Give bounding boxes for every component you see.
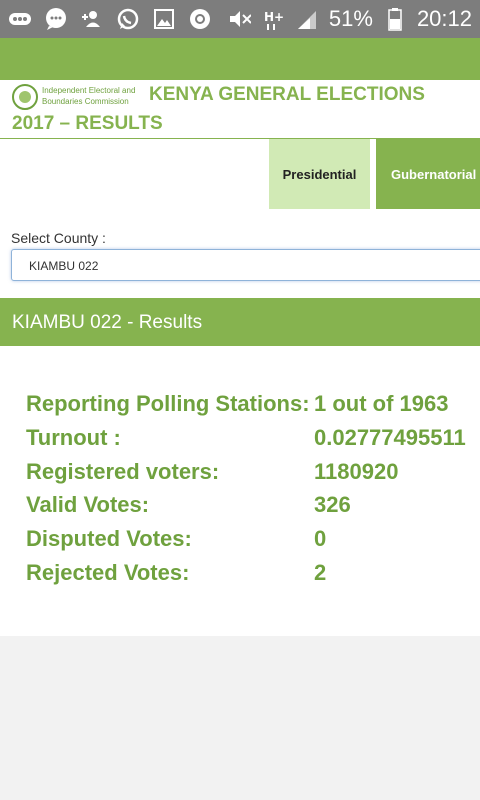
stat-row-disputed-votes: Disputed Votes: 0	[26, 526, 480, 558]
stat-label: Turnout :	[26, 425, 121, 450]
top-green-bar	[0, 38, 480, 80]
results-title: KIAMBU 022 - Results	[12, 312, 203, 333]
tab-gubernatorial[interactable]: Gubernatorial	[376, 139, 480, 209]
stat-row-valid-votes: Valid Votes: 326	[26, 492, 480, 524]
tabs-area: Presidential Gubernatorial	[0, 139, 480, 209]
tab-presidential[interactable]: Presidential	[269, 139, 373, 209]
stat-label: Rejected Votes:	[26, 560, 190, 585]
system-tray: H+ 51% 20:12	[227, 6, 472, 32]
clock: 20:12	[416, 6, 472, 31]
stat-row-rejected-votes: Rejected Votes: 2	[26, 560, 480, 592]
page-title-line1: KENYA GENERAL ELECTIONS	[149, 84, 425, 105]
site-header: Independent Electoral and Boundaries Com…	[0, 80, 480, 139]
stat-value: 0.02777495511	[314, 425, 466, 450]
county-select-value: KIAMBU 022	[29, 259, 99, 273]
page-title-line2: 2017 – RESULTS	[12, 113, 163, 134]
stat-row-registered-voters: Registered voters: 1180920	[26, 459, 480, 491]
whatsapp-icon	[116, 7, 140, 31]
message-icon	[44, 7, 68, 31]
hplus-signal-icon: H+	[261, 7, 285, 31]
battery-percent: 51%	[328, 6, 373, 31]
iebc-logo[interactable]: Independent Electoral and Boundaries Com…	[12, 84, 140, 112]
svg-text:H+: H+	[264, 10, 284, 24]
chrome-icon	[188, 7, 212, 31]
battery-icon	[383, 7, 407, 31]
logo-text: Independent Electoral and Boundaries Com…	[42, 86, 136, 106]
select-county-label: Select County :	[11, 230, 106, 246]
county-select-area: Select County : KIAMBU 022	[0, 209, 480, 298]
stat-value: 1180920	[314, 459, 399, 484]
stat-value: 1 out of 1963	[314, 391, 449, 416]
stat-row-turnout: Turnout : 0.02777495511	[26, 425, 480, 457]
iebc-seal-icon	[12, 84, 38, 110]
status-bar: H+ 51% 20:12	[0, 0, 480, 38]
mute-icon	[227, 7, 251, 31]
results-panel: Reporting Polling Stations: 1 out of 196…	[0, 346, 480, 636]
stat-row-reporting-stations: Reporting Polling Stations: 1 out of 196…	[26, 391, 480, 423]
stat-value: 2	[314, 560, 327, 585]
stat-label: Reporting Polling Stations:	[26, 391, 310, 416]
signal-icon	[295, 7, 319, 31]
person-add-icon	[80, 7, 104, 31]
gallery-icon	[152, 7, 176, 31]
notification-icons	[8, 7, 212, 31]
stat-value: 326	[314, 492, 351, 517]
stat-label: Registered voters:	[26, 459, 220, 484]
more-icon	[8, 7, 32, 31]
results-header: KIAMBU 022 - Results	[0, 298, 480, 346]
stat-label: Disputed Votes:	[26, 526, 192, 551]
stat-value: 0	[314, 526, 327, 551]
county-select[interactable]: KIAMBU 022	[11, 249, 480, 281]
stat-label: Valid Votes:	[26, 492, 150, 517]
